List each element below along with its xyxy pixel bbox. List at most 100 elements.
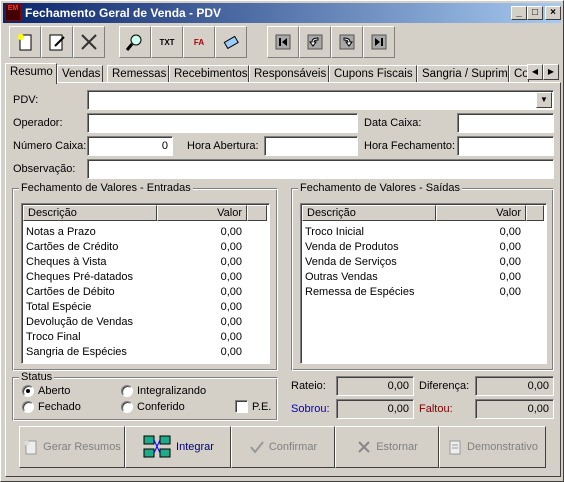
list-item-valor: 0,00 xyxy=(499,241,521,253)
list-item[interactable]: Cartões de Crédito 0,00 xyxy=(26,241,242,256)
hora-fechamento-field[interactable] xyxy=(457,136,554,156)
saidas-col-valor[interactable]: Valor xyxy=(436,205,526,221)
list-item-valor: 0,00 xyxy=(499,286,521,298)
minimize-button[interactable]: _ xyxy=(511,6,527,20)
list-item-description: Venda de Produtos xyxy=(305,241,399,253)
tab-sangria-suprim[interactable]: Sangria / Suprim xyxy=(417,65,509,83)
saidas-title: Fechamento de Valores - Saídas xyxy=(298,182,462,194)
list-item-description: Cheques à Vista xyxy=(26,256,107,268)
conferido-radio[interactable] xyxy=(121,401,133,413)
tab-remessas[interactable]: Remessas xyxy=(107,65,169,83)
tab-scroll-right[interactable]: ▶ xyxy=(543,64,559,80)
estornar-label: Estornar xyxy=(376,441,418,453)
fechado-label[interactable]: Fechado xyxy=(38,401,81,413)
operador-field[interactable] xyxy=(87,113,358,133)
data-caixa-field[interactable] xyxy=(457,113,554,133)
tab-recebimentos[interactable]: Recebimentos xyxy=(169,65,249,83)
eraser-button[interactable] xyxy=(215,26,247,58)
list-item-valor: 0,00 xyxy=(499,271,521,283)
list-item[interactable]: Venda de Serviços 0,00 xyxy=(305,256,521,271)
saidas-col-descricao[interactable]: Descrição xyxy=(302,205,436,221)
list-item-description: Total Espécie xyxy=(26,301,92,313)
observacao-field[interactable] xyxy=(87,159,554,179)
new-record-button[interactable] xyxy=(9,26,41,58)
tab-vendas[interactable]: Vendas xyxy=(57,65,103,83)
list-item[interactable]: Total Espécie 0,00 xyxy=(26,301,242,316)
list-item[interactable]: Cheques à Vista 0,00 xyxy=(26,256,242,271)
entradas-col-valor[interactable]: Valor xyxy=(157,205,247,221)
list-item[interactable]: Troco Inicial 0,00 xyxy=(305,226,521,241)
chevron-down-icon[interactable]: ▼ xyxy=(536,92,552,108)
maximize-button[interactable]: □ xyxy=(527,6,543,20)
pe-label[interactable]: P.E. xyxy=(252,401,271,413)
list-item[interactable]: Troco Final 0,00 xyxy=(26,331,242,346)
hora-fechamento-label: Hora Fechamento: xyxy=(364,140,456,152)
saidas-list[interactable]: Descrição Valor Troco Inicial 0,00 Venda d… xyxy=(300,203,547,364)
close-button[interactable]: × xyxy=(545,6,561,20)
delete-record-button[interactable] xyxy=(73,26,105,58)
previous-record-button[interactable] xyxy=(299,26,331,58)
demonstrativo-label: Demonstrativo xyxy=(467,441,538,453)
app-icon[interactable]: EM xyxy=(5,4,21,21)
entradas-col-filler xyxy=(247,205,267,221)
conferido-label[interactable]: Conferido xyxy=(137,401,185,413)
gerar-resumos-button[interactable]: Gerar Resumos xyxy=(19,426,125,468)
confirmar-button[interactable]: Confirmar xyxy=(231,426,335,468)
tab-responsaveis[interactable]: Responsáveis xyxy=(249,65,329,83)
edit-record-button[interactable] xyxy=(41,26,73,58)
tab-scroll-left[interactable]: ◀ xyxy=(527,64,543,80)
search-icon xyxy=(125,34,142,51)
list-item-valor: 0,00 xyxy=(220,331,242,343)
list-item-valor: 0,00 xyxy=(220,271,242,283)
entradas-title: Fechamento de Valores - Entradas xyxy=(19,182,193,194)
list-item[interactable]: Venda de Produtos 0,00 xyxy=(305,241,521,256)
list-item[interactable]: Sangria de Espécies 0,00 xyxy=(26,346,242,361)
list-item-valor: 0,00 xyxy=(220,316,242,328)
next-record-button[interactable] xyxy=(331,26,363,58)
integralizando-label[interactable]: Integralizando xyxy=(137,385,206,397)
integrar-button[interactable]: Integrar xyxy=(125,426,231,468)
eraser-icon xyxy=(223,35,239,50)
fa-button[interactable]: FA xyxy=(183,26,215,58)
numero-caixa-field[interactable]: 0 xyxy=(87,136,173,156)
list-item[interactable]: Remessa de Espécies 0,00 xyxy=(305,286,521,301)
estornar-button[interactable]: Estornar xyxy=(335,426,439,468)
list-item-valor: 0,00 xyxy=(220,301,242,313)
list-item-description: Sangria de Espécies xyxy=(26,346,127,358)
aberto-label[interactable]: Aberto xyxy=(38,385,70,397)
diferenca-label: Diferença: xyxy=(419,380,470,392)
entradas-col-descricao[interactable]: Descrição xyxy=(23,205,157,221)
list-item-description: Remessa de Espécies xyxy=(305,286,415,298)
tab-strip: Resumo Vendas Remessas Recebimentos Resp… xyxy=(5,63,561,84)
fechado-radio[interactable] xyxy=(22,401,34,413)
last-record-button[interactable] xyxy=(363,26,395,58)
edit-icon xyxy=(49,34,65,51)
list-item-valor: 0,00 xyxy=(220,286,242,298)
tab-resumo[interactable]: Resumo xyxy=(5,63,57,84)
list-item-valor: 0,00 xyxy=(499,256,521,268)
pdv-combobox[interactable]: ▼ xyxy=(87,90,554,110)
tab-cupons-fiscais[interactable]: Cupons Fiscais xyxy=(329,65,417,83)
list-item[interactable]: Cheques Pré-datados 0,00 xyxy=(26,271,242,286)
tab-co[interactable]: Co xyxy=(509,65,529,83)
title-bar[interactable]: EM Fechamento Geral de Venda - PDV _ □ × xyxy=(3,3,561,23)
pdv-label: PDV: xyxy=(13,94,39,106)
checkmark-icon xyxy=(250,441,264,454)
diferenca-value: 0,00 xyxy=(475,376,554,396)
list-item-description: Cheques Pré-datados xyxy=(26,271,134,283)
demonstrativo-button[interactable]: Demonstrativo xyxy=(439,426,546,468)
search-button[interactable] xyxy=(119,26,151,58)
list-item[interactable]: Notas a Prazo 0,00 xyxy=(26,226,242,241)
integralizando-radio[interactable] xyxy=(121,385,133,397)
hora-abertura-field[interactable] xyxy=(264,136,358,156)
first-record-button[interactable] xyxy=(267,26,299,58)
list-item[interactable]: Devolução de Vendas 0,00 xyxy=(26,316,242,331)
pe-checkbox[interactable] xyxy=(235,400,248,413)
list-item[interactable]: Cartões de Débito 0,00 xyxy=(26,286,242,301)
list-item-valor: 0,00 xyxy=(220,226,242,238)
aberto-radio[interactable] xyxy=(22,385,34,397)
entradas-list[interactable]: Descrição Valor Notas a Prazo 0,00 Cartões… xyxy=(21,203,270,364)
list-item-description: Cartões de Débito xyxy=(26,286,115,298)
txt-export-button[interactable]: TXT xyxy=(151,26,183,58)
list-item[interactable]: Outras Vendas 0,00 xyxy=(305,271,521,286)
